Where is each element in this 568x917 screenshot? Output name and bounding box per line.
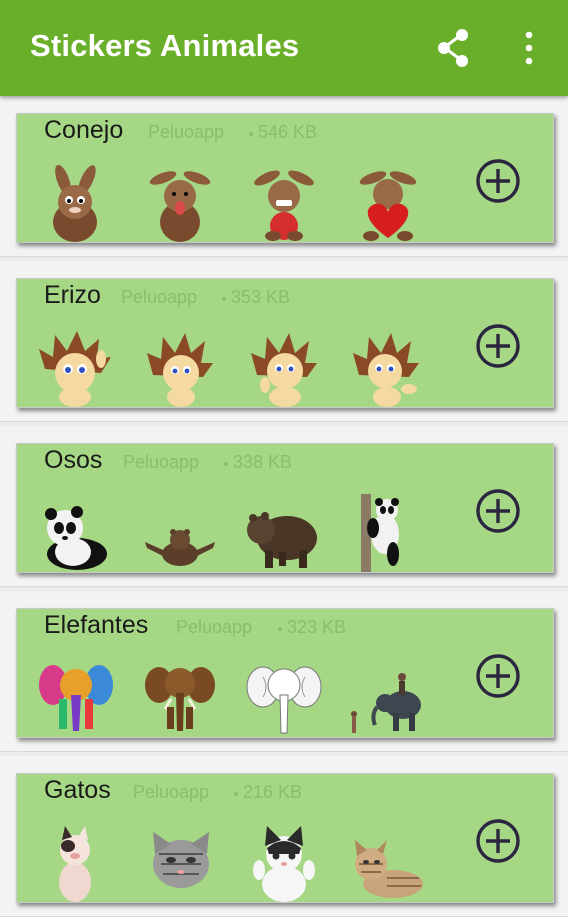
pack-author: Peluoapp [121,287,198,307]
share-icon [438,29,468,67]
hedgehog-sticker [147,333,213,407]
add-pack-button[interactable] [475,653,521,699]
cat-sticker [153,832,209,888]
app-bar: Stickers Animales [0,0,568,96]
pack-author: Peluoapp [123,452,200,472]
pack-size: 323 KB [287,617,347,637]
add-pack-button[interactable] [475,158,521,204]
separator-dot [278,627,282,631]
pack-size: 546 KB [258,122,318,142]
sticker-pack-card[interactable]: Osos Peluoapp 338 KB [16,443,554,573]
cat-sticker [355,840,423,898]
elephant-sticker [246,666,322,734]
pack-author: Peluoapp [133,782,210,802]
pack-size: 338 KB [233,452,293,472]
pack-name: Erizo [44,281,101,309]
pack-name: Conejo [44,116,124,144]
pack-name: Osos [44,446,103,474]
bear-sticker [247,512,317,568]
sticker-pack-card[interactable]: Gatos Peluoapp 216 KB [16,773,554,903]
panda-sticker [45,506,107,570]
rabbit-sticker [254,170,314,241]
sticker-pack-row[interactable]: Conejo Peluoapp 546 KB [0,96,568,257]
separator-dot [249,132,253,136]
elephant-sticker [39,665,113,731]
pack-name: Elefantes [44,611,149,639]
bear-sticker [145,529,215,566]
rabbit-sticker [53,164,97,242]
add-pack-button[interactable] [475,323,521,369]
elephant-sticker [351,673,421,733]
sticker-pack-card[interactable]: Erizo Peluoapp 353 KB [16,278,554,408]
separator-dot [234,792,238,796]
more-options-button[interactable] [512,26,546,70]
share-button[interactable] [432,26,476,70]
pack-name: Gatos [44,776,111,804]
pack-size: 216 KB [243,782,303,802]
pack-author: Peluoapp [148,122,225,142]
sticker-pack-row[interactable]: Erizo Peluoapp 353 KB [0,261,568,422]
add-pack-button[interactable] [475,818,521,864]
hedgehog-sticker [251,333,317,407]
sticker-pack-card[interactable]: Elefantes Peluoapp 323 KB [16,608,554,738]
app-title: Stickers Animales [30,28,300,63]
sticker-pack-row[interactable]: Elefantes Peluoapp 323 KB [0,591,568,752]
panda-sticker [361,494,399,572]
sticker-pack-card[interactable]: Conejo Peluoapp 546 KB [16,113,554,243]
elephant-sticker [145,667,215,731]
add-pack-button[interactable] [475,488,521,534]
more-vert-icon [525,31,533,65]
cat-sticker [59,826,91,902]
cat-sticker [253,826,315,902]
separator-dot [224,462,228,466]
hedgehog-sticker [39,331,111,407]
rabbit-sticker [149,171,211,242]
hedgehog-sticker [353,333,419,407]
pack-size: 353 KB [231,287,291,307]
sticker-pack-row[interactable]: Osos Peluoapp 338 KB [0,426,568,587]
separator-dot [222,297,226,301]
pack-author: Peluoapp [176,617,253,637]
rabbit-sticker [359,171,417,241]
sticker-pack-list[interactable]: Conejo Peluoapp 546 KB Erizo Peluoapp 35… [0,96,568,917]
sticker-pack-row[interactable]: Gatos Peluoapp 216 KB [0,756,568,917]
